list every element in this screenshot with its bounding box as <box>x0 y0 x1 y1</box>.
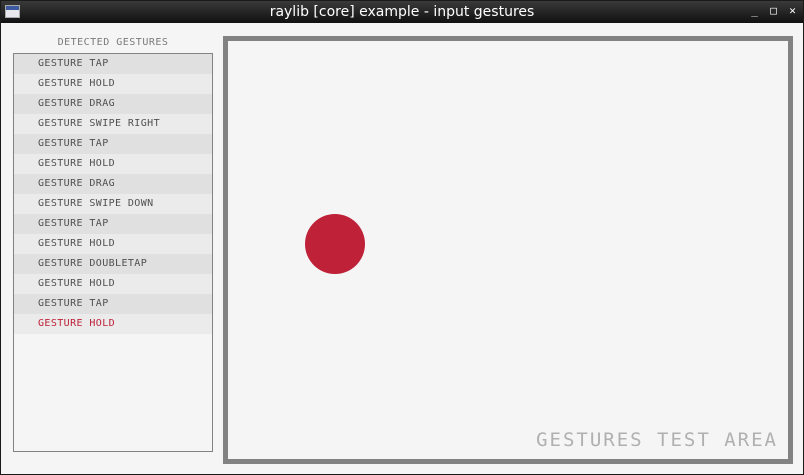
gesture-log-entry: GESTURE TAP <box>14 54 212 74</box>
gesture-log-entry: GESTURE TAP <box>14 214 212 234</box>
gesture-log-entry: GESTURE HOLD <box>14 154 212 174</box>
minimize-button[interactable]: _ <box>748 3 761 19</box>
gesture-log-entry: GESTURE DOUBLETAP <box>14 254 212 274</box>
gesture-log-entry-latest: GESTURE HOLD <box>14 314 212 334</box>
window-title: raylib [core] example - input gestures <box>269 4 535 20</box>
touch-point-circle <box>305 214 365 274</box>
gesture-log-entry: GESTURE HOLD <box>14 234 212 254</box>
gesture-log-entry: GESTURE SWIPE DOWN <box>14 194 212 214</box>
app-window: raylib [core] example - input gestures _… <box>0 0 804 475</box>
gesture-log-entry: GESTURE DRAG <box>14 174 212 194</box>
test-area-label: GESTURES TEST AREA <box>536 429 778 451</box>
gesture-log-entry: GESTURE DRAG <box>14 94 212 114</box>
gesture-log-panel: GESTURE TAP GESTURE HOLD GESTURE DRAG GE… <box>13 53 213 452</box>
gesture-log-title: DETECTED GESTURES <box>57 37 169 48</box>
gesture-log-entry: GESTURE TAP <box>14 294 212 314</box>
gesture-log-entry: GESTURE HOLD <box>14 274 212 294</box>
gesture-log-entry: GESTURE SWIPE RIGHT <box>14 114 212 134</box>
title-bar[interactable]: raylib [core] example - input gestures _… <box>1 1 803 23</box>
gestures-test-area[interactable]: GESTURES TEST AREA <box>223 36 793 464</box>
close-button[interactable]: ✕ <box>786 3 799 19</box>
gesture-log-entry: GESTURE HOLD <box>14 74 212 94</box>
maximize-button[interactable]: □ <box>767 3 780 19</box>
gesture-log-entry: GESTURE TAP <box>14 134 212 154</box>
